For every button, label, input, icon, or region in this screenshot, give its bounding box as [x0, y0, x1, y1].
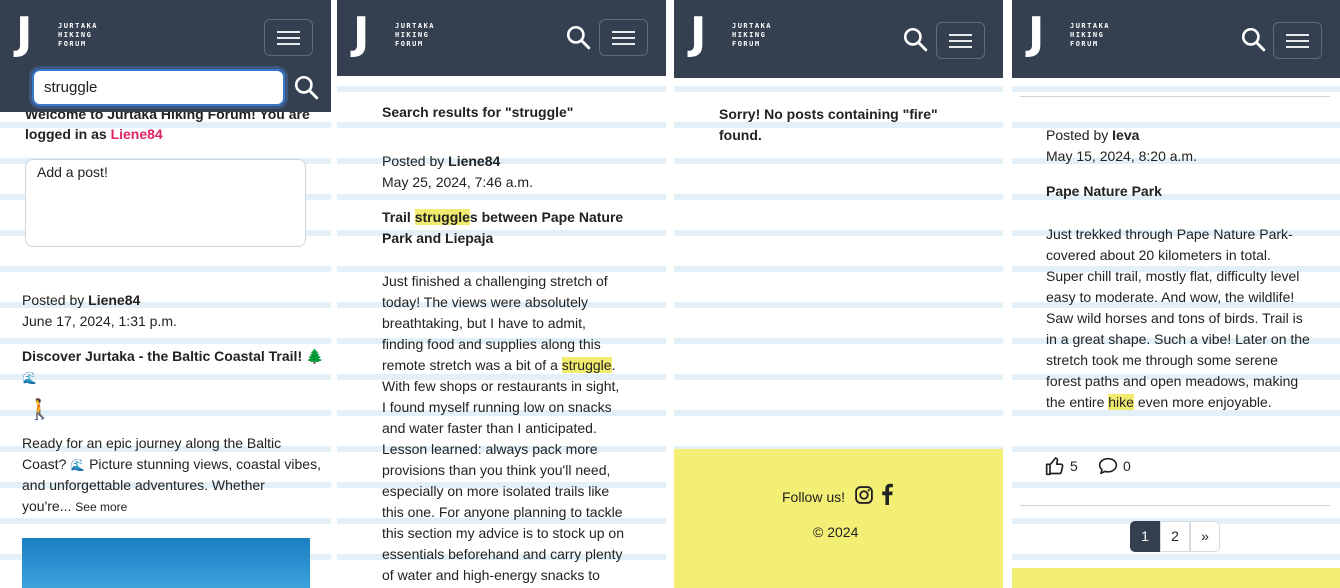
post-body-line: remote stretch was a bit of a struggle.: [382, 357, 616, 373]
post-body-line: forest paths and open meadows, making: [1046, 373, 1299, 389]
post-meta-author: Posted by Liene84: [382, 153, 501, 169]
post-author[interactable]: Liene84: [88, 292, 140, 308]
logo-line2: HIKING: [58, 31, 93, 39]
site-logo[interactable]: J JURTAKA HIKING FORUM: [16, 8, 116, 59]
post-body-line: Saw wild horses and tons of birds. Trail…: [1046, 310, 1303, 326]
menu-toggle-button[interactable]: [936, 22, 985, 59]
post-body-line: the entire hike even more enjoyable.: [1046, 394, 1272, 410]
hiker-emoji-icon: 🚶: [27, 399, 52, 421]
welcome-username[interactable]: Liene84: [111, 126, 163, 142]
post-body-line: today! The views were absolutely: [382, 294, 588, 310]
see-more-link[interactable]: See more: [75, 500, 127, 514]
divider: [1020, 505, 1330, 506]
post-body-line: I found myself running low on snacks: [382, 399, 612, 415]
post-body-line: Lesson learned: always pack more: [382, 441, 598, 457]
post-body-line: of water and high-energy snacks to: [382, 567, 600, 583]
post-title-line2[interactable]: Park and Liepaja: [382, 228, 493, 249]
search-icon[interactable]: [1240, 26, 1266, 52]
pagination-page-2[interactable]: 2: [1160, 521, 1190, 552]
follow-us-label: Follow us!: [782, 489, 846, 505]
thumbs-up-icon[interactable]: [1045, 456, 1065, 476]
search-icon[interactable]: [565, 24, 591, 50]
post-title[interactable]: Trail struggles between Pape Nature: [382, 207, 623, 228]
post-body-line: breathtaking, but I have to admit,: [382, 315, 586, 331]
comment-count: 0: [1123, 458, 1131, 474]
logo-line3: FORUM: [58, 40, 87, 48]
post-body-line: Just trekked through Pape Nature Park-: [1046, 226, 1293, 242]
post-body-line: in a great shape. Such a vibe! Later on …: [1046, 331, 1310, 347]
instagram-icon[interactable]: [854, 485, 874, 505]
post-body-line: essentials beforehand and carry plenty: [382, 546, 623, 562]
post-title[interactable]: Discover Jurtaka - the Baltic Coastal Tr…: [22, 346, 323, 367]
search-icon[interactable]: [902, 26, 928, 52]
post-author[interactable]: Ieva: [1112, 127, 1139, 143]
post-body-line: Super chill trail, mostly flat, difficul…: [1046, 268, 1300, 284]
post-body-line: covered about 20 kilometers in total.: [1046, 247, 1271, 263]
post-body-line: this one. For anyone planning to tackle: [382, 504, 623, 520]
navbar: J JURTAKA HIKING FORUM: [1012, 0, 1340, 78]
post-body-line2: Coast? 🌊 Picture stunning views, coastal…: [22, 456, 321, 472]
facebook-icon[interactable]: [880, 483, 894, 505]
search-input[interactable]: struggle: [32, 69, 285, 106]
comment-icon[interactable]: [1098, 457, 1118, 475]
logo-letter: J: [690, 8, 707, 59]
search-highlight: struggle: [414, 209, 470, 225]
menu-toggle-button[interactable]: [599, 19, 648, 56]
wave-emoji-icon: 🌊: [22, 371, 37, 385]
like-count: 5: [1070, 458, 1078, 474]
post-date: June 17, 2024, 1:31 p.m.: [22, 313, 177, 329]
search-icon[interactable]: [293, 74, 319, 100]
post-date: May 25, 2024, 7:46 a.m.: [382, 174, 533, 190]
post-body-line1: Ready for an epic journey along the Balt…: [22, 435, 282, 451]
navbar: J JURTAKA HIKING FORUM: [337, 0, 666, 76]
post-meta-author: Posted by Ieva: [1046, 127, 1140, 143]
post-body-line3: and unforgettable adventures. Whether: [22, 477, 265, 493]
post-meta-author: Posted by Liene84: [22, 292, 141, 308]
post-author[interactable]: Liene84: [448, 153, 500, 169]
no-results-message: Sorry! No posts containing "fire": [719, 106, 938, 122]
post-body-line4: you're... See more: [22, 498, 128, 514]
site-logo[interactable]: J JURTAKA HIKING FORUM: [690, 8, 790, 59]
logo-letter: J: [353, 8, 370, 59]
post-body-line: this section my advice is to stock up on: [382, 525, 624, 541]
wave-emoji-icon: 🌊: [70, 458, 86, 472]
add-post-textarea[interactable]: Add a post!: [25, 159, 306, 247]
panel-no-results: J JURTAKA HIKING FORUM Sorry! No posts c…: [674, 0, 1003, 588]
panel-search-results: J JURTAKA HIKING FORUM Search results fo…: [337, 0, 666, 588]
post-body-line: finding food and supplies along this: [382, 336, 601, 352]
post-body-line: With few shops or restaurants in sight,: [382, 378, 620, 394]
copyright: © 2024: [813, 524, 859, 540]
welcome-line2: logged in as Liene84: [25, 124, 163, 145]
welcome-prefix: logged in as: [25, 126, 111, 142]
navbar: J JURTAKA HIKING FORUM struggle: [0, 0, 331, 112]
post-body-line: and water faster than I anticipated.: [382, 420, 597, 436]
post-body-line: easy to moderate. And wow, the wildlife!: [1046, 289, 1295, 305]
post-body-line: provisions than you think you'll need,: [382, 462, 611, 478]
menu-toggle-button[interactable]: [264, 19, 313, 56]
panel-post-list: J JURTAKA HIKING FORUM Posted by Ieva Ma…: [1012, 0, 1340, 588]
navbar: J JURTAKA HIKING FORUM: [674, 0, 1003, 78]
search-highlight: hike: [1108, 394, 1134, 410]
pagination-next[interactable]: »: [1190, 521, 1220, 552]
site-logo[interactable]: J JURTAKA HIKING FORUM: [353, 8, 453, 59]
post-body-line: stretch took me through some serene: [1046, 352, 1278, 368]
footer: [1012, 568, 1340, 588]
site-logo[interactable]: J JURTAKA HIKING FORUM: [1028, 8, 1128, 59]
pagination-page-1[interactable]: 1: [1130, 521, 1160, 552]
logo-letter: J: [16, 8, 33, 59]
divider: [1020, 96, 1330, 97]
menu-toggle-button[interactable]: [1273, 22, 1322, 59]
search-results-heading: Search results for "struggle": [382, 104, 574, 120]
post-body-line: especially on more isolated trails like: [382, 483, 610, 499]
search-highlight: struggle: [561, 357, 612, 373]
logo-line1: JURTAKA: [58, 22, 99, 30]
post-date: May 15, 2024, 8:20 a.m.: [1046, 148, 1197, 164]
post-body-line: Just finished a challenging stretch of: [382, 273, 608, 289]
post-title[interactable]: Pape Nature Park: [1046, 181, 1162, 202]
logo-letter: J: [1028, 8, 1045, 59]
footer: Follow us! © 2024: [674, 449, 1003, 588]
post-image: [22, 538, 310, 588]
no-results-message-line2: found.: [719, 127, 762, 143]
panel-search-open: J JURTAKA HIKING FORUM struggle Welcome …: [0, 0, 331, 588]
